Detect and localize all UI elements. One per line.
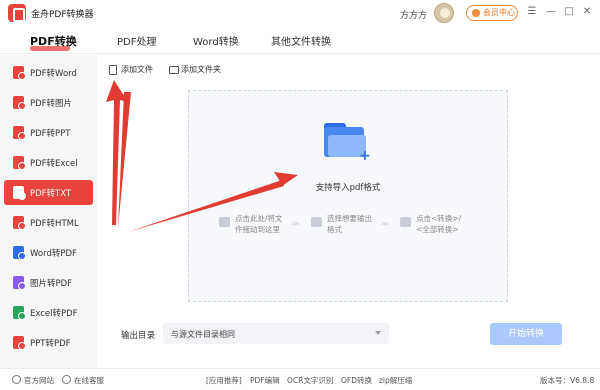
add-folder-icon bbox=[169, 66, 179, 74]
avatar[interactable] bbox=[434, 3, 454, 23]
sidebar-item-label: PDF转PPT bbox=[30, 129, 71, 139]
sidebar-item-pdf-to-word[interactable]: PDF转Word bbox=[4, 60, 93, 85]
menu-icon[interactable]: ☰ bbox=[525, 5, 539, 19]
sidebar-item-pdf-to-image[interactable]: PDF转图片 bbox=[4, 90, 93, 115]
title-bar: 金舟PDF转换器 方方方 会员中心 ☰ — □ ✕ bbox=[0, 0, 600, 26]
app-title: 金舟PDF转换器 bbox=[31, 10, 94, 20]
version-label: 版本号：V6.8.8 bbox=[540, 376, 595, 385]
pdf-icon bbox=[13, 96, 26, 110]
vip-center-button[interactable]: 会员中心 bbox=[466, 5, 518, 21]
pdf-icon bbox=[13, 186, 26, 200]
sidebar-item-excel-to-pdf[interactable]: Excel转PDF bbox=[4, 300, 93, 325]
sidebar-item-label: PPT转PDF bbox=[30, 339, 71, 349]
sidebar-item-label: Excel转PDF bbox=[30, 309, 78, 319]
footer-link-ofd[interactable]: OFD转换 bbox=[341, 375, 372, 386]
step-3: 点击<转换>/ <全部转换> bbox=[400, 213, 461, 235]
ppt-icon bbox=[13, 336, 26, 350]
footer-link-ocr[interactable]: OCR文字识别 bbox=[287, 375, 333, 386]
tab-word-convert[interactable]: Word转换 bbox=[193, 33, 239, 48]
excel-icon bbox=[13, 306, 26, 320]
support-link[interactable]: 在线客服 bbox=[74, 375, 104, 386]
format-icon bbox=[311, 217, 322, 227]
chevron-down-icon bbox=[375, 331, 381, 335]
file-drop-zone[interactable]: + 支持导入pdf格式 点击此处/将文 件拖动到这里 ››› 选择想要输出 格式… bbox=[188, 90, 508, 302]
website-link[interactable]: 官方网站 bbox=[24, 375, 54, 386]
maximize-icon[interactable]: □ bbox=[562, 5, 576, 19]
step-2: 选择想要输出 格式 bbox=[311, 213, 372, 235]
pdf-icon bbox=[13, 66, 26, 80]
footer-link-recommend[interactable]: [应用推荐] bbox=[206, 375, 242, 386]
sidebar-item-pdf-to-txt[interactable]: PDF转TXT bbox=[4, 180, 93, 205]
sidebar-item-label: 图片转PDF bbox=[30, 279, 73, 289]
footer: 官方网站 在线客服 [应用推荐] PDF编辑 OCR文字识别 OFD转换 zip… bbox=[0, 368, 600, 390]
upload-icon bbox=[219, 217, 230, 227]
step-arrow-icon: ››› bbox=[381, 219, 389, 228]
pdf-icon bbox=[13, 216, 26, 230]
plus-icon: + bbox=[359, 148, 371, 164]
step-1: 点击此处/将文 件拖动到这里 bbox=[219, 213, 283, 235]
add-folder-label: 添加文件夹 bbox=[181, 65, 221, 74]
close-icon[interactable]: ✕ bbox=[580, 5, 594, 19]
minimize-icon[interactable]: — bbox=[544, 5, 558, 19]
sidebar-item-label: PDF转Excel bbox=[30, 159, 78, 169]
top-nav: PDF转换 PDF处理 Word转换 其他文件转换 bbox=[0, 26, 600, 54]
sidebar-item-ppt-to-pdf[interactable]: PPT转PDF bbox=[4, 330, 93, 355]
user-name[interactable]: 方方方 bbox=[400, 8, 427, 21]
tab-other-convert[interactable]: 其他文件转换 bbox=[271, 33, 331, 48]
output-dir-value: 与源文件目录相同 bbox=[171, 330, 235, 339]
headset-icon bbox=[62, 375, 71, 384]
convert-icon bbox=[400, 217, 411, 227]
sidebar-item-word-to-pdf[interactable]: Word转PDF bbox=[4, 240, 93, 265]
add-file-button[interactable]: 添加文件 bbox=[109, 64, 153, 76]
step-arrow-icon: ››› bbox=[292, 219, 300, 228]
drop-zone-hint: 支持导入pdf格式 bbox=[315, 183, 381, 193]
add-folder-button[interactable]: 添加文件夹 bbox=[169, 64, 221, 76]
sidebar-item-label: PDF转TXT bbox=[30, 189, 72, 199]
tab-pdf-process[interactable]: PDF处理 bbox=[117, 33, 156, 48]
word-icon bbox=[13, 246, 26, 260]
sidebar: PDF转Word PDF转图片 PDF转PPT PDF转Excel PDF转TX… bbox=[0, 55, 97, 368]
output-dir-select[interactable]: 与源文件目录相同 bbox=[163, 323, 389, 344]
sidebar-item-pdf-to-excel[interactable]: PDF转Excel bbox=[4, 150, 93, 175]
pdf-icon bbox=[13, 126, 26, 140]
sidebar-item-image-to-pdf[interactable]: 图片转PDF bbox=[4, 270, 93, 295]
pdf-icon bbox=[13, 156, 26, 170]
start-convert-button[interactable]: 开始转换 bbox=[490, 323, 562, 345]
footer-link-zip[interactable]: zip解压缩 bbox=[379, 375, 412, 386]
add-file-icon bbox=[109, 65, 117, 75]
sidebar-item-pdf-to-html[interactable]: PDF转HTML bbox=[4, 210, 93, 235]
home-icon bbox=[12, 375, 21, 384]
add-file-label: 添加文件 bbox=[121, 65, 153, 74]
folder-icon: + bbox=[324, 123, 371, 164]
sidebar-item-label: PDF转图片 bbox=[30, 99, 73, 109]
vip-center-label: 会员中心 bbox=[483, 8, 515, 17]
active-tab-indicator bbox=[30, 46, 70, 51]
main-panel: 添加文件 添加文件夹 + 支持导入pdf格式 点击此处/将文 件拖动到这里 ››… bbox=[97, 55, 600, 368]
vip-icon bbox=[472, 9, 480, 17]
pdf-logo-icon bbox=[8, 4, 26, 22]
image-icon bbox=[13, 276, 26, 290]
sidebar-item-label: Word转PDF bbox=[30, 249, 77, 259]
sidebar-item-label: PDF转Word bbox=[30, 69, 77, 79]
output-dir-label: 输出目录 bbox=[121, 331, 156, 341]
footer-link-pdf-edit[interactable]: PDF编辑 bbox=[250, 375, 280, 386]
sidebar-item-label: PDF转HTML bbox=[30, 219, 79, 229]
steps-guide: 点击此处/将文 件拖动到这里 ››› 选择想要输出 格式 ››› 点击<转换>/… bbox=[219, 213, 479, 243]
sidebar-item-pdf-to-ppt[interactable]: PDF转PPT bbox=[4, 120, 93, 145]
